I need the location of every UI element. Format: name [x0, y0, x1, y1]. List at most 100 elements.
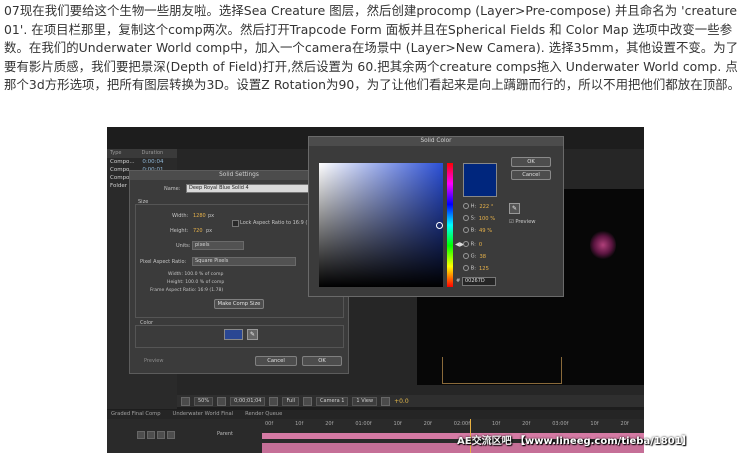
switch-icon[interactable]: [137, 431, 145, 439]
ruler-tick: 10f: [295, 421, 304, 427]
make-comp-size-button[interactable]: Make Comp Size: [214, 299, 264, 309]
ruler-tick: 10f: [393, 421, 402, 427]
eyedropper-icon[interactable]: ✎: [247, 329, 258, 340]
toggle-icon[interactable]: [181, 396, 190, 406]
ruler-tick: 10f: [491, 421, 501, 427]
radio-icon[interactable]: [463, 265, 469, 271]
sea-creature-image: [590, 230, 616, 260]
parent-column-label: Parent: [217, 431, 234, 437]
pixel-aspect-label: Pixel Aspect Ratio:: [140, 259, 187, 265]
color-field[interactable]: [319, 163, 443, 287]
ruler-tick: 03:00f: [552, 421, 569, 427]
tab-graded-final-comp[interactable]: Graded Final Comp: [111, 410, 161, 419]
article-text: 07现在我们要给这个生物一些朋友啦。选择Sea Creature 图层，然后创建…: [4, 2, 746, 95]
hue-label: H:: [470, 203, 477, 210]
preview-checkbox[interactable]: ☑ Preview: [509, 219, 536, 225]
blue-row[interactable]: B: 125: [463, 265, 489, 272]
watermark-url: 【www.lineeg.com/tieba/1801】: [515, 436, 692, 447]
eyedropper-icon[interactable]: ✎: [509, 203, 520, 214]
tab-underwater-world-final[interactable]: Underwater World Final: [173, 410, 234, 419]
brightness-value[interactable]: 49 %: [479, 228, 492, 234]
ruler-tick: 10f: [590, 421, 599, 427]
resolution-dropdown[interactable]: Full: [282, 396, 300, 406]
viewer-toolbar: 50% 0;00;01;04 Full Camera 1 1 View +0.0: [177, 395, 644, 407]
preview-label: Preview: [515, 219, 536, 225]
ruler-tick: 00f: [265, 421, 274, 427]
hex-input[interactable]: 00267D: [462, 277, 496, 286]
project-row-label: Compo...: [110, 159, 135, 165]
watermark-site: AE交流区吧: [457, 436, 512, 447]
project-col-duration: Duration: [141, 150, 164, 156]
red-value[interactable]: 0: [479, 242, 482, 248]
view-layout-dropdown[interactable]: 1 View: [352, 396, 378, 406]
info-height: Height: 100.0 % of comp: [167, 280, 225, 285]
camera-dropdown[interactable]: Camera 1: [316, 396, 349, 406]
red-row[interactable]: R: 0: [463, 241, 482, 248]
timecode-field[interactable]: 0;00;01;04: [230, 396, 266, 406]
ruler-tick: 20f: [620, 421, 629, 427]
radio-icon[interactable]: [463, 203, 469, 209]
preview-label: Preview: [144, 358, 164, 364]
tab-render-queue[interactable]: Render Queue: [245, 410, 282, 419]
blue-value[interactable]: 125: [479, 266, 489, 272]
ruler-tick: 01:00f: [355, 421, 372, 427]
snapshot-icon[interactable]: [269, 396, 279, 406]
time-ruler[interactable]: 00f 10f 20f 01:00f 10f 20f 02:00f 10f 20…: [262, 419, 644, 429]
saturation-row[interactable]: S: 100 %: [463, 215, 495, 222]
width-label: Width:: [172, 213, 189, 219]
info-width: Width: 100.0 % of comp: [168, 272, 224, 277]
units-label: Units:: [176, 243, 191, 249]
layer-switches: Parent: [137, 431, 233, 439]
radio-icon[interactable]: [463, 241, 469, 247]
hex-prefix: #: [456, 278, 461, 284]
solid-color-dialog: Solid Color ◀▶ OK Cancel ✎ ☑ Preview H: 2…: [308, 136, 564, 297]
lock-aspect-checkbox[interactable]: [232, 220, 239, 227]
cancel-button[interactable]: Cancel: [255, 356, 297, 366]
switch-icon[interactable]: [147, 431, 155, 439]
region-icon[interactable]: [303, 396, 313, 406]
height-label: Height:: [170, 228, 189, 234]
width-value[interactable]: 1280: [193, 213, 206, 219]
height-value[interactable]: 720: [193, 228, 203, 234]
info-frame-aspect: Frame Aspect Ratio: 16:9 (1.78): [150, 288, 224, 293]
green-label: G:: [470, 253, 477, 260]
units-dropdown[interactable]: pixels: [192, 241, 244, 250]
green-value[interactable]: 38: [479, 254, 486, 260]
radio-icon[interactable]: [463, 227, 469, 233]
switch-icon[interactable]: [157, 431, 165, 439]
saturation-value[interactable]: 100 %: [479, 216, 495, 222]
exposure-value[interactable]: +0.0: [394, 398, 409, 405]
hue-value[interactable]: 222 °: [479, 204, 493, 210]
name-label: Name:: [164, 186, 181, 192]
cancel-button[interactable]: Cancel: [511, 170, 551, 180]
article-paragraph: 07现在我们要给这个生物一些朋友啦。选择Sea Creature 图层，然后创建…: [4, 3, 741, 93]
zoom-dropdown[interactable]: 50%: [194, 396, 214, 406]
green-row[interactable]: G: 38: [463, 253, 486, 260]
ok-button[interactable]: OK: [302, 356, 342, 366]
pixel-aspect-dropdown[interactable]: Square Pixels: [192, 257, 296, 266]
ok-button[interactable]: OK: [511, 157, 551, 167]
ruler-tick: 20f: [522, 421, 531, 427]
timeline-tabs: Graded Final Comp Underwater World Final…: [107, 410, 644, 419]
hue-slider[interactable]: [447, 163, 453, 287]
solid-color-title: Solid Color: [309, 137, 563, 146]
watermark: AE交流区吧 【www.lineeg.com/tieba/1801】: [457, 432, 692, 447]
reset-exposure-icon[interactable]: [381, 396, 391, 406]
safe-zones-icon[interactable]: [217, 396, 227, 406]
project-col-type: Type: [110, 150, 122, 156]
camera-frame-outline: [442, 357, 562, 384]
project-panel-header: Type Duration: [107, 149, 177, 158]
switch-icon[interactable]: [167, 431, 175, 439]
color-swatch[interactable]: [224, 329, 243, 340]
project-row[interactable]: Compo... 0:00:04: [107, 158, 177, 166]
ae-screenshot: Type Duration Compo... 0:00:04 Compo... …: [107, 127, 644, 453]
radio-icon[interactable]: [463, 215, 469, 221]
ruler-tick: 20f: [325, 421, 334, 427]
ruler-tick: 20f: [423, 421, 432, 427]
ruler-tick: 02:00f: [453, 421, 470, 427]
radio-icon[interactable]: [463, 253, 469, 259]
hue-row[interactable]: H: 222 °: [463, 203, 493, 210]
project-row-duration: 0:00:04: [142, 159, 164, 165]
color-field-cursor[interactable]: [436, 222, 443, 229]
brightness-row[interactable]: B: 49 %: [463, 227, 492, 234]
